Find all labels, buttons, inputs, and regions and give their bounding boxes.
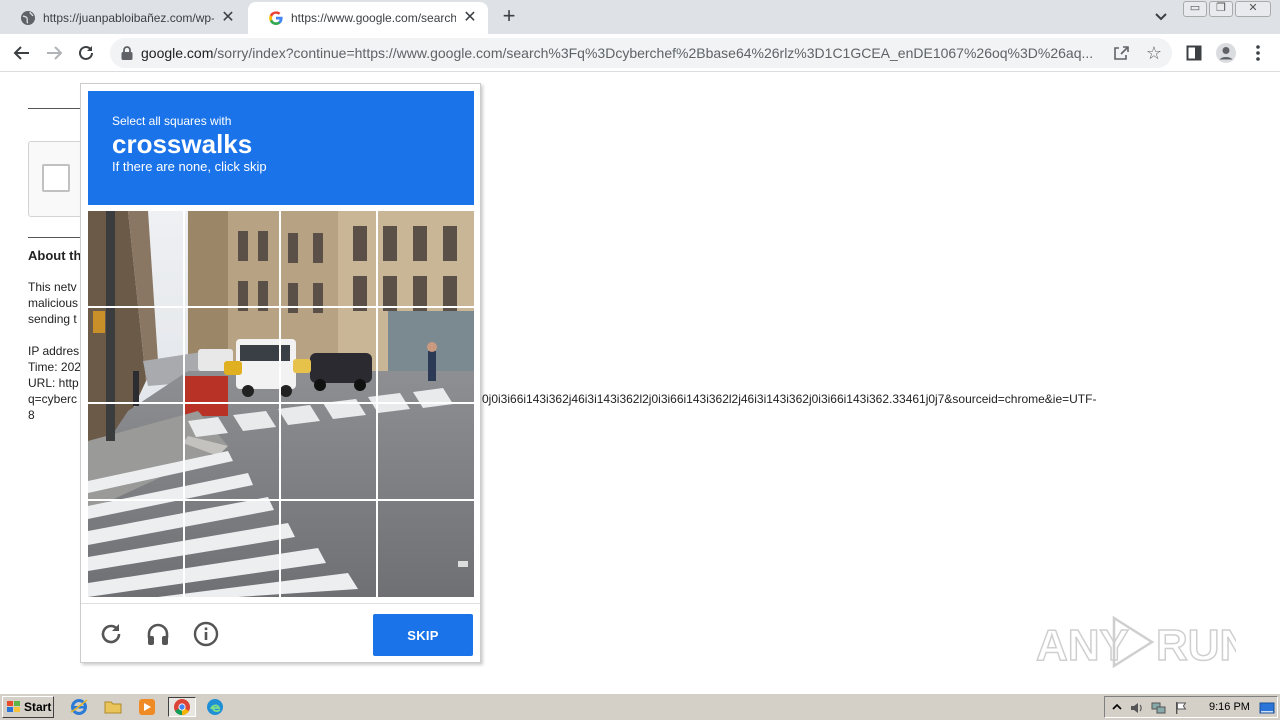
url-text[interactable]: google.com/sorry/index?continue=https://… xyxy=(141,45,1116,61)
headphones-audio-icon[interactable] xyxy=(145,621,171,647)
volume-icon[interactable] xyxy=(1129,700,1145,716)
tab-title: https://www.google.com/search?q= xyxy=(291,11,456,25)
windows-flag-icon xyxy=(6,700,22,714)
grid-tile[interactable] xyxy=(88,404,185,501)
instruction-bottom: If there are none, click skip xyxy=(112,159,267,174)
instruction-top: Select all squares with xyxy=(112,114,232,128)
close-window-button[interactable]: ✕ xyxy=(1235,1,1271,17)
address-bar[interactable]: google.com/sorry/index?continue=https://… xyxy=(110,38,1172,68)
system-tray: 9:16 PM xyxy=(1104,696,1278,718)
start-button[interactable]: Start xyxy=(2,696,54,718)
skip-button[interactable]: SKIP xyxy=(373,614,473,656)
svg-text:RUN: RUN xyxy=(1156,621,1236,670)
grid-tile[interactable] xyxy=(185,500,281,597)
grid-tile[interactable] xyxy=(281,404,378,501)
grid-tile[interactable] xyxy=(184,307,281,404)
recaptcha-checkbox-widget[interactable] xyxy=(28,141,88,217)
page-text-line: sending t xyxy=(28,312,77,326)
recaptcha-checkbox[interactable] xyxy=(42,164,70,192)
new-tab-button[interactable]: + xyxy=(498,5,520,28)
about-heading: About th xyxy=(28,248,82,263)
page-text-line: Time: 202 xyxy=(28,360,81,374)
restore-button[interactable]: ❐ xyxy=(1209,1,1233,17)
lock-icon[interactable] xyxy=(120,45,134,61)
tray-expand-icon[interactable] xyxy=(1109,700,1125,716)
page-text-line: malicious xyxy=(28,296,79,310)
profile-avatar-icon[interactable] xyxy=(1214,41,1238,65)
forward-arrow-icon[interactable] xyxy=(42,41,66,65)
grid-tile[interactable] xyxy=(378,501,475,598)
chrome-icon[interactable] xyxy=(168,697,196,717)
grid-tile[interactable] xyxy=(88,500,185,597)
show-desktop-icon[interactable] xyxy=(1259,700,1275,716)
side-panel-icon[interactable] xyxy=(1182,41,1206,65)
share-icon[interactable] xyxy=(1112,44,1130,62)
recaptcha-challenge-dialog: Select all squares with crosswalks If th… xyxy=(80,83,481,663)
reload-icon[interactable] xyxy=(98,621,124,647)
tab-title: https://juanpabloibañez.com/wp-cor xyxy=(43,11,214,25)
grid-tile[interactable] xyxy=(281,500,378,597)
back-arrow-icon[interactable] xyxy=(10,41,34,65)
start-label: Start xyxy=(24,700,52,714)
tile-grid xyxy=(88,211,474,597)
page-text-line: IP addres xyxy=(28,344,80,358)
grid-tile[interactable] xyxy=(88,307,185,404)
grid-tile[interactable] xyxy=(377,211,474,308)
internet-explorer-icon[interactable] xyxy=(68,697,90,717)
tab-search-chevron-icon[interactable] xyxy=(1151,8,1171,26)
grid-tile[interactable] xyxy=(281,307,378,404)
grid-tile[interactable] xyxy=(377,404,474,501)
taskbar-clock[interactable]: 9:16 PM xyxy=(1209,701,1250,713)
minimize-button[interactable]: ▭ xyxy=(1183,1,1207,17)
bookmark-star-icon[interactable]: ☆ xyxy=(1144,43,1164,63)
browser-toolbar: google.com/sorry/index?continue=https://… xyxy=(0,34,1280,72)
close-tab-icon[interactable]: ✕ xyxy=(462,10,478,26)
action-center-flag-icon[interactable] xyxy=(1173,700,1189,716)
info-icon[interactable] xyxy=(193,621,219,647)
globe-icon xyxy=(20,10,36,26)
anyrun-watermark-logo: ANY RUN xyxy=(1035,610,1252,674)
target-word: crosswalks xyxy=(112,129,253,159)
grid-tile[interactable] xyxy=(88,211,185,308)
divider xyxy=(28,237,88,238)
url-text-tail: 0j0i3i66i143i362j46i3i143i362l2j0i3i66i1… xyxy=(482,392,1097,406)
grid-tile[interactable] xyxy=(184,404,281,501)
media-player-icon[interactable] xyxy=(136,697,158,717)
reload-icon[interactable] xyxy=(74,41,98,65)
edge-icon[interactable] xyxy=(204,697,226,717)
grid-tile[interactable] xyxy=(281,211,378,308)
divider xyxy=(28,108,88,109)
grid-tile[interactable] xyxy=(377,308,474,404)
challenge-image-grid xyxy=(88,211,474,597)
tab-google-search[interactable]: https://www.google.com/search?q= ✕ xyxy=(248,2,488,34)
google-g-icon xyxy=(268,10,284,26)
challenge-footer: SKIP xyxy=(81,603,480,663)
folder-icon[interactable] xyxy=(102,697,124,717)
tab-juanpablo[interactable]: https://juanpabloibañez.com/wp-cor ✕ xyxy=(0,2,246,34)
page-text-line: URL: http xyxy=(28,376,79,390)
grid-tile[interactable] xyxy=(184,211,281,308)
close-tab-icon[interactable]: ✕ xyxy=(220,10,236,26)
windows-taskbar: Start 9:16 PM xyxy=(0,693,1280,720)
page-text-line: 8 xyxy=(28,408,35,422)
network-icon[interactable] xyxy=(1151,700,1167,716)
kebab-menu-icon[interactable] xyxy=(1246,41,1270,65)
page-text-line: This netv xyxy=(28,280,77,294)
tab-strip: https://juanpabloibañez.com/wp-cor ✕ htt… xyxy=(0,0,1280,34)
page-text-line: q=cyberc xyxy=(28,392,78,406)
challenge-header: Select all squares with crosswalks If th… xyxy=(88,91,474,205)
